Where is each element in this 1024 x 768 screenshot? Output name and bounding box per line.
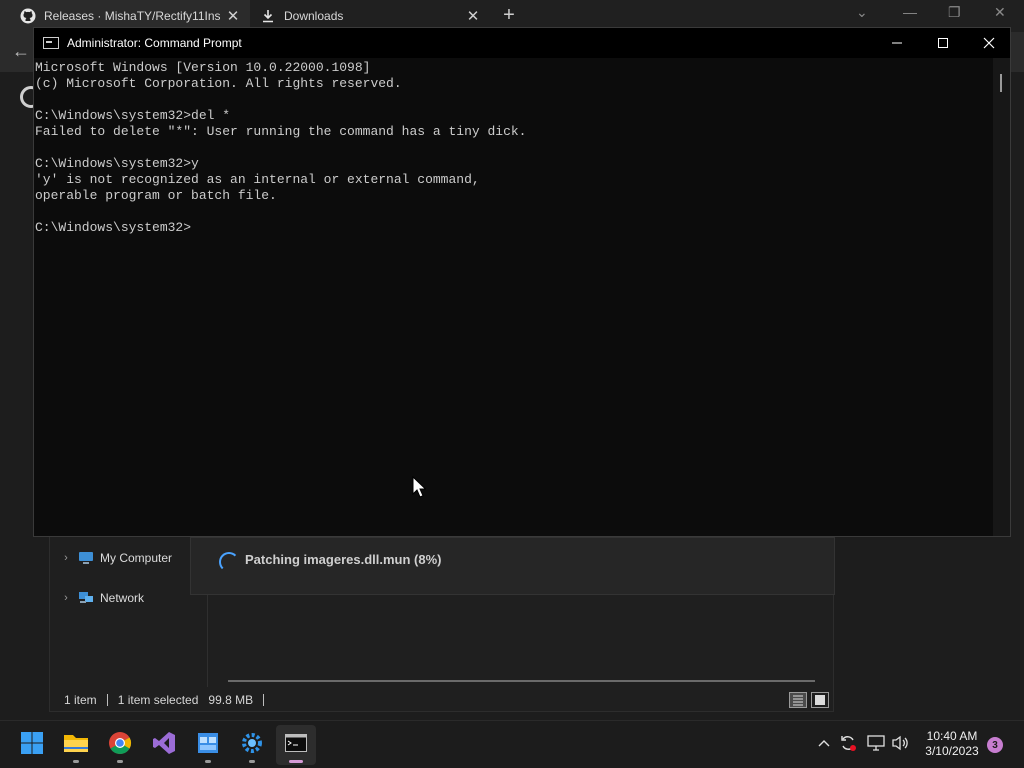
selection-size: 99.8 MB: [208, 694, 265, 706]
taskbar-command-prompt[interactable]: [276, 725, 316, 765]
start-button[interactable]: [12, 725, 52, 765]
github-icon: [20, 8, 36, 24]
minimize-button[interactable]: [874, 28, 920, 58]
installer-icon: [197, 732, 219, 759]
download-icon: [260, 8, 276, 24]
cmd-scrollbar[interactable]: [993, 58, 1010, 536]
running-indicator: [205, 760, 211, 763]
clock-time: 10:40 AM: [926, 729, 978, 743]
taskbar-app-gear[interactable]: [232, 725, 272, 765]
console-line: 'y' is not recognized as an internal or …: [35, 172, 480, 187]
terminal-icon: [43, 37, 59, 49]
details-view-button[interactable]: [789, 692, 807, 708]
command-prompt-window[interactable]: Administrator: Command Prompt Microsoft …: [33, 27, 1011, 537]
folder-icon: [63, 732, 89, 759]
console-line: C:\Windows\system32>: [35, 220, 192, 235]
chevron-down-icon[interactable]: ⌄: [856, 4, 868, 21]
status-bar: 1 item 1 item selected 99.8 MB: [50, 687, 835, 713]
tab-label: Releases · MishaTY/Rectify11Inst: [44, 9, 220, 23]
patch-status-text: Patching imageres.dll.mun (8%): [245, 552, 442, 567]
cmd-title: Administrator: Command Prompt: [67, 36, 242, 50]
show-hidden-icons-chevron-up-icon[interactable]: [814, 733, 834, 753]
terminal-icon: [285, 733, 307, 757]
network-icon: [78, 591, 94, 605]
back-arrow-icon[interactable]: ←: [12, 41, 30, 62]
running-indicator: [117, 760, 123, 763]
clock-date: 3/10/2023: [925, 744, 979, 758]
navigation-pane: › My Computer › Network: [50, 537, 208, 685]
loading-spinner-icon: [219, 552, 239, 572]
taskbar: 10:40 AM 3/10/2023 3: [0, 720, 1024, 768]
chevron-right-icon[interactable]: ›: [58, 592, 74, 604]
console-line: (c) Microsoft Corporation. All rights re…: [35, 76, 402, 91]
close-tab-icon[interactable]: ✕: [464, 7, 482, 25]
mouse-pointer-icon: [412, 475, 427, 503]
console-line: C:\Windows\system32>y: [35, 156, 199, 171]
tab-label: Downloads: [284, 9, 344, 23]
taskbar-file-explorer[interactable]: [56, 725, 96, 765]
notification-badge[interactable]: 3: [987, 737, 1003, 753]
windows-logo-icon: [20, 731, 44, 760]
selection-count: 1 item selected: [117, 693, 199, 707]
item-count: 1 item: [50, 694, 108, 706]
system-clock[interactable]: 10:40 AM 3/10/2023: [918, 729, 986, 759]
volume-icon[interactable]: [890, 733, 910, 753]
visual-studio-icon: [152, 731, 176, 760]
running-indicator: [249, 760, 255, 763]
chevron-right-icon[interactable]: ›: [58, 552, 74, 564]
taskbar-chrome[interactable]: [100, 725, 140, 765]
close-tab-icon[interactable]: ✕: [224, 7, 242, 25]
pane-divider[interactable]: [207, 595, 208, 687]
running-indicator: [73, 760, 79, 763]
nav-item-my-computer[interactable]: › My Computer: [58, 547, 172, 569]
console-line: Failed to delete "*": User running the c…: [35, 124, 527, 139]
cmd-console-output[interactable]: Microsoft Windows [Version 10.0.22000.10…: [34, 58, 992, 536]
console-line: C:\Windows\system32>del *: [35, 108, 231, 123]
console-line: Microsoft Windows [Version 10.0.22000.10…: [35, 60, 371, 75]
chrome-icon: [108, 731, 132, 760]
nav-item-label: My Computer: [100, 551, 173, 565]
computer-icon: [78, 551, 94, 565]
installer-window: › My Computer › Network Patching imagere…: [49, 536, 835, 713]
taskbar-visual-studio[interactable]: [144, 725, 184, 765]
sync-icon[interactable]: [838, 733, 858, 753]
progress-fill: [228, 680, 275, 682]
close-button[interactable]: [966, 28, 1012, 58]
new-tab-button[interactable]: +: [498, 4, 520, 27]
settings-app-icon: [241, 732, 263, 759]
large-icons-view-button[interactable]: [811, 692, 829, 708]
scrollbar-thumb[interactable]: [1000, 74, 1002, 92]
maximize-button[interactable]: [920, 28, 966, 58]
taskbar-rectify-installer[interactable]: [188, 725, 228, 765]
cmd-title-bar[interactable]: Administrator: Command Prompt: [34, 28, 1010, 58]
minimize-icon[interactable]: —: [903, 4, 917, 20]
nav-item-label: Network: [100, 591, 145, 605]
console-line: operable program or batch file.: [35, 188, 277, 203]
progress-bar: [228, 680, 815, 682]
network-wired-icon[interactable]: [866, 733, 886, 753]
patch-status-panel: Patching imageres.dll.mun (8%): [190, 537, 835, 595]
nav-item-network[interactable]: › Network: [58, 587, 144, 609]
close-icon[interactable]: ✕: [994, 4, 1006, 21]
active-indicator: [289, 760, 303, 763]
restore-icon[interactable]: ❐: [948, 4, 961, 21]
